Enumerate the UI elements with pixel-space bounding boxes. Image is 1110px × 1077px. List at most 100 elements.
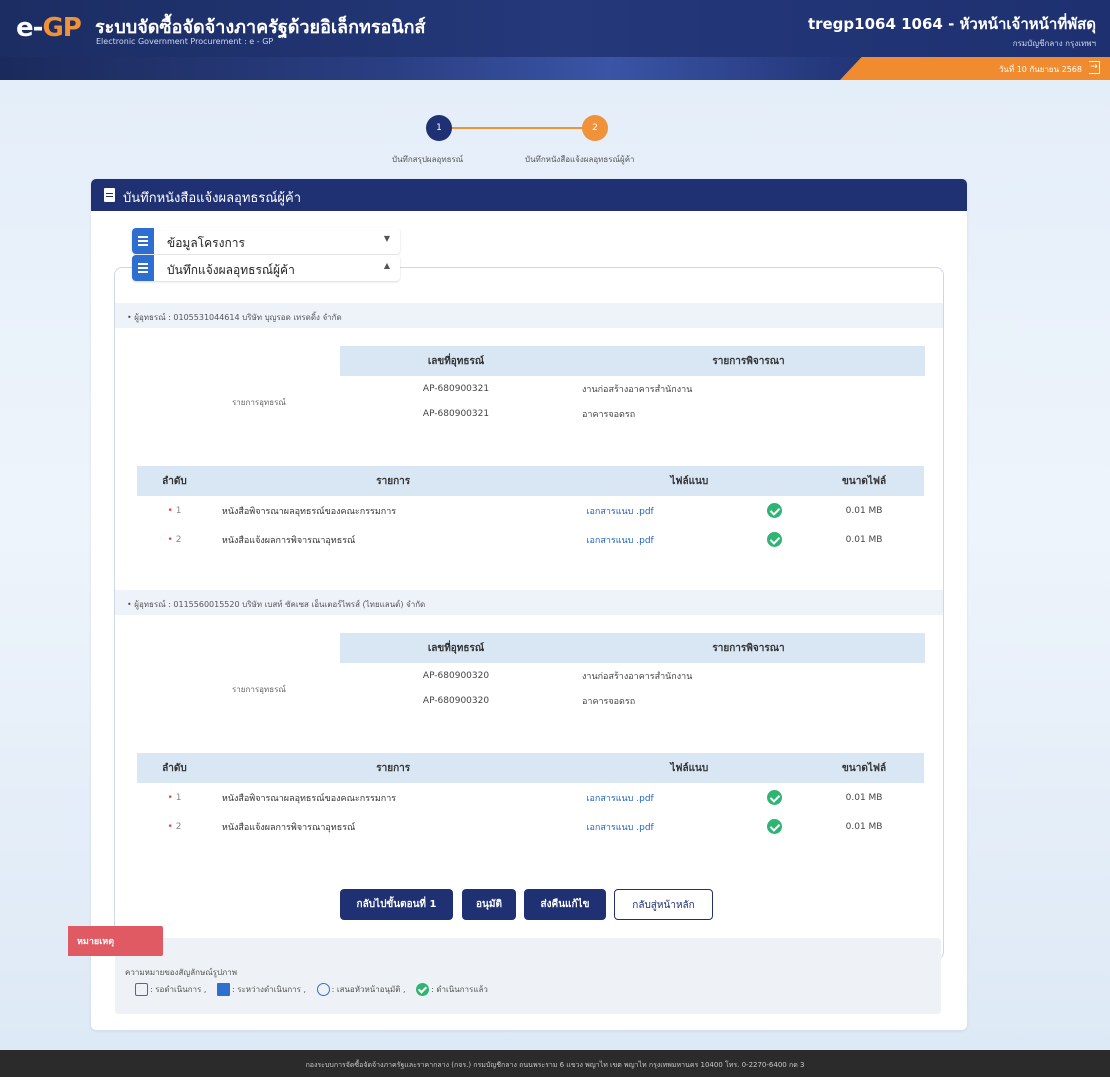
column-header: ลำดับ [137, 753, 212, 783]
appeal-no: AP-680900320 [422, 695, 490, 706]
user-name[interactable]: tregp1064 1064 - หัวหน้าเจ้าหน้าที่พัสดุ [808, 12, 1096, 36]
edit-icon [135, 983, 148, 996]
attachment-link[interactable]: เอกสารแนบ .pdf [574, 536, 653, 546]
column-header: ลำดับ [137, 466, 212, 496]
appeal-table: เลขที่อุทธรณ์ รายการพิจารณา AP-680900320… [340, 633, 925, 713]
icon-legend: : รอดำเนินการ , : ระหว่างดำเนินการ , : เ… [135, 983, 488, 996]
column-header: รายการ [211, 753, 575, 783]
file-table: ลำดับ รายการ ไฟล์แนบ ขนาดไฟล์ • 1 หนังสื… [137, 466, 924, 554]
approve-button[interactable]: อนุมัติ [462, 889, 516, 920]
appeal-items-label: รายการอุทธรณ์ [232, 685, 286, 694]
vendor-row: • ผู้อุทธรณ์ : 0105531044614 บริษัท บุญร… [115, 303, 943, 328]
appeal-no: AP-680900321 [422, 383, 490, 394]
egp-logo[interactable]: e-GP [16, 13, 82, 43]
card-header: บันทึกหนังสือแจ้งผลอุทธรณ์ผู้ค้า [91, 179, 967, 211]
card-title: บันทึกหนังสือแจ้งผลอุทธรณ์ผู้ค้า [123, 191, 302, 206]
list-icon [132, 228, 154, 254]
column-header: ขนาดไฟล์ [804, 466, 924, 496]
column-header: รายการ [211, 466, 575, 496]
legend-label: : ดำเนินการแล้ว [431, 985, 488, 994]
appeal-item: อาคารจอดรถ [582, 409, 636, 420]
appeal-table: เลขที่อุทธรณ์ รายการพิจารณา AP-680900321… [340, 346, 925, 426]
column-header: ไฟล์แนบ [574, 753, 805, 783]
check-icon [416, 983, 430, 996]
file-table: ลำดับ รายการ ไฟล์แนบ ขนาดไฟล์ • 1 หนังสื… [137, 753, 924, 841]
column-header: เลขที่อุทธรณ์ [340, 346, 572, 376]
attachment-link[interactable]: เอกสารแนบ .pdf [574, 823, 653, 833]
app-subtitle: Electronic Government Procurement : e - … [96, 37, 274, 46]
table-row: AP-680900321 อาคารจอดรถ [340, 401, 925, 426]
file-cell: เอกสารแนบ .pdf [574, 496, 804, 525]
back-to-home-button[interactable]: กลับสู่หน้าหลัก [614, 889, 713, 920]
appeal-no: AP-680900321 [422, 408, 490, 419]
step-2-label: บันทึกหนังสือแจ้งผลอุทธรณ์ผู้ค้า [525, 155, 635, 164]
accordion-project-info[interactable]: ข้อมูลโครงการ ▼ [132, 228, 400, 254]
file-size: 0.01 MB [845, 821, 883, 832]
file-size: 0.01 MB [845, 505, 883, 516]
step-connector [440, 127, 600, 129]
row-number: • 2 [167, 821, 182, 832]
check-icon [767, 790, 783, 805]
table-row: AP-680900320 งานก่อสร้างอาคารสำนักงาน [340, 663, 925, 688]
appeal-no: AP-680900320 [422, 670, 490, 681]
legend-label: : ระหว่างดำเนินการ , [231, 985, 307, 994]
user-icon [316, 983, 330, 996]
chevron-down-icon[interactable]: ▼ [384, 234, 390, 243]
column-header: ไฟล์แนบ [574, 466, 805, 496]
attachment-link[interactable]: เอกสารแนบ .pdf [574, 794, 653, 804]
attachment-link[interactable]: เอกสารแนบ .pdf [574, 507, 653, 517]
table-row: • 1 หนังสือพิจารณาผลอุทธรณ์ของคณะกรรมการ… [137, 496, 924, 525]
table-row: AP-680900321 งานก่อสร้างอาคารสำนักงาน [340, 376, 925, 401]
appeal-items-label: รายการอุทธรณ์ [232, 398, 286, 407]
list-icon [132, 255, 154, 281]
chevron-up-icon[interactable]: ▲ [384, 261, 390, 270]
check-icon [767, 503, 783, 518]
column-header: รายการพิจารณา [572, 633, 925, 663]
table-row: • 2 หนังสือแจ้งผลการพิจารณาอุทธรณ์ เอกสา… [137, 525, 924, 554]
stepper: 1 2 บันทึกสรุปผลอุทธรณ์ บันทึกหนังสือแจ้… [370, 113, 680, 173]
vendor-row: • ผู้อุทธรณ์ : 0115560015520 บริษัท เบสท… [115, 590, 943, 615]
file-item: หนังสือพิจารณาผลอุทธรณ์ของคณะกรรมการ [221, 793, 397, 804]
back-to-step1-button[interactable]: กลับไปขั้นตอนที่ 1 [340, 889, 453, 920]
check-icon [767, 819, 783, 834]
check-icon [767, 532, 783, 547]
table-row: • 1 หนังสือพิจารณาผลอุทธรณ์ของคณะกรรมการ… [137, 783, 924, 812]
footer: กองระบบการจัดซื้อจัดจ้างภาครัฐและราคากลา… [0, 1050, 1110, 1077]
return-for-edit-button[interactable]: ส่งคืนแก้ไข [524, 889, 606, 920]
document-icon [104, 188, 115, 202]
legend-label: : เสนอหัวหน้าอนุมัติ , [331, 985, 406, 994]
column-header: รายการพิจารณา [572, 346, 925, 376]
file-size: 0.01 MB [845, 792, 883, 803]
accordion-label: ข้อมูลโครงการ [167, 236, 245, 250]
file-cell: เอกสารแนบ .pdf [574, 783, 804, 812]
file-cell: เอกสารแนบ .pdf [574, 525, 804, 554]
top-header: e-GP ระบบจัดซื้อจัดจ้างภาครัฐด้วยอิเล็กท… [0, 0, 1110, 57]
current-date: วันที่ 10 กันยายน 2568 [998, 65, 1082, 74]
file-item: หนังสือพิจารณาผลอุทธรณ์ของคณะกรรมการ [221, 506, 397, 517]
step-1-label: บันทึกสรุปผลอุทธรณ์ [392, 155, 464, 164]
remark-box: ความหมายของสัญลักษณ์รูปภาพ : รอดำเนินการ… [115, 938, 941, 1014]
file-cell: เอกสารแนบ .pdf [574, 812, 804, 841]
file-item: หนังสือแจ้งผลการพิจารณาอุทธรณ์ [221, 822, 356, 833]
step-1-circle[interactable]: 1 [426, 115, 452, 141]
appeal-item: อาคารจอดรถ [582, 696, 636, 707]
save-icon [216, 983, 230, 996]
step-2-circle[interactable]: 2 [582, 115, 608, 141]
date-tab: วันที่ 10 กันยายน 2568 → [840, 57, 1110, 80]
appeal-panel: • ผู้อุทธรณ์ : 0105531044614 บริษัท บุญร… [114, 267, 944, 960]
logout-icon[interactable]: → [1089, 61, 1100, 74]
user-org: กรมบัญชีกลาง กรุงเทพฯ [1012, 39, 1096, 48]
remark-description: ความหมายของสัญลักษณ์รูปภาพ [125, 968, 238, 977]
row-number: • 2 [167, 534, 182, 545]
file-item: หนังสือแจ้งผลการพิจารณาอุทธรณ์ [221, 535, 356, 546]
legend-label: : รอดำเนินการ , [150, 985, 207, 994]
table-row: AP-680900320 อาคารจอดรถ [340, 688, 925, 713]
appeal-item: งานก่อสร้างอาคารสำนักงาน [582, 671, 693, 682]
column-header: เลขที่อุทธรณ์ [340, 633, 572, 663]
file-size: 0.01 MB [845, 534, 883, 545]
accordion-appeal-result[interactable]: บันทึกแจ้งผลอุทธรณ์ผู้ค้า ▲ [132, 255, 400, 281]
table-row: • 2 หนังสือแจ้งผลการพิจารณาอุทธรณ์ เอกสา… [137, 812, 924, 841]
remark-tag: หมายเหตุ [68, 926, 163, 956]
appeal-item: งานก่อสร้างอาคารสำนักงาน [582, 384, 693, 395]
row-number: • 1 [167, 792, 182, 803]
